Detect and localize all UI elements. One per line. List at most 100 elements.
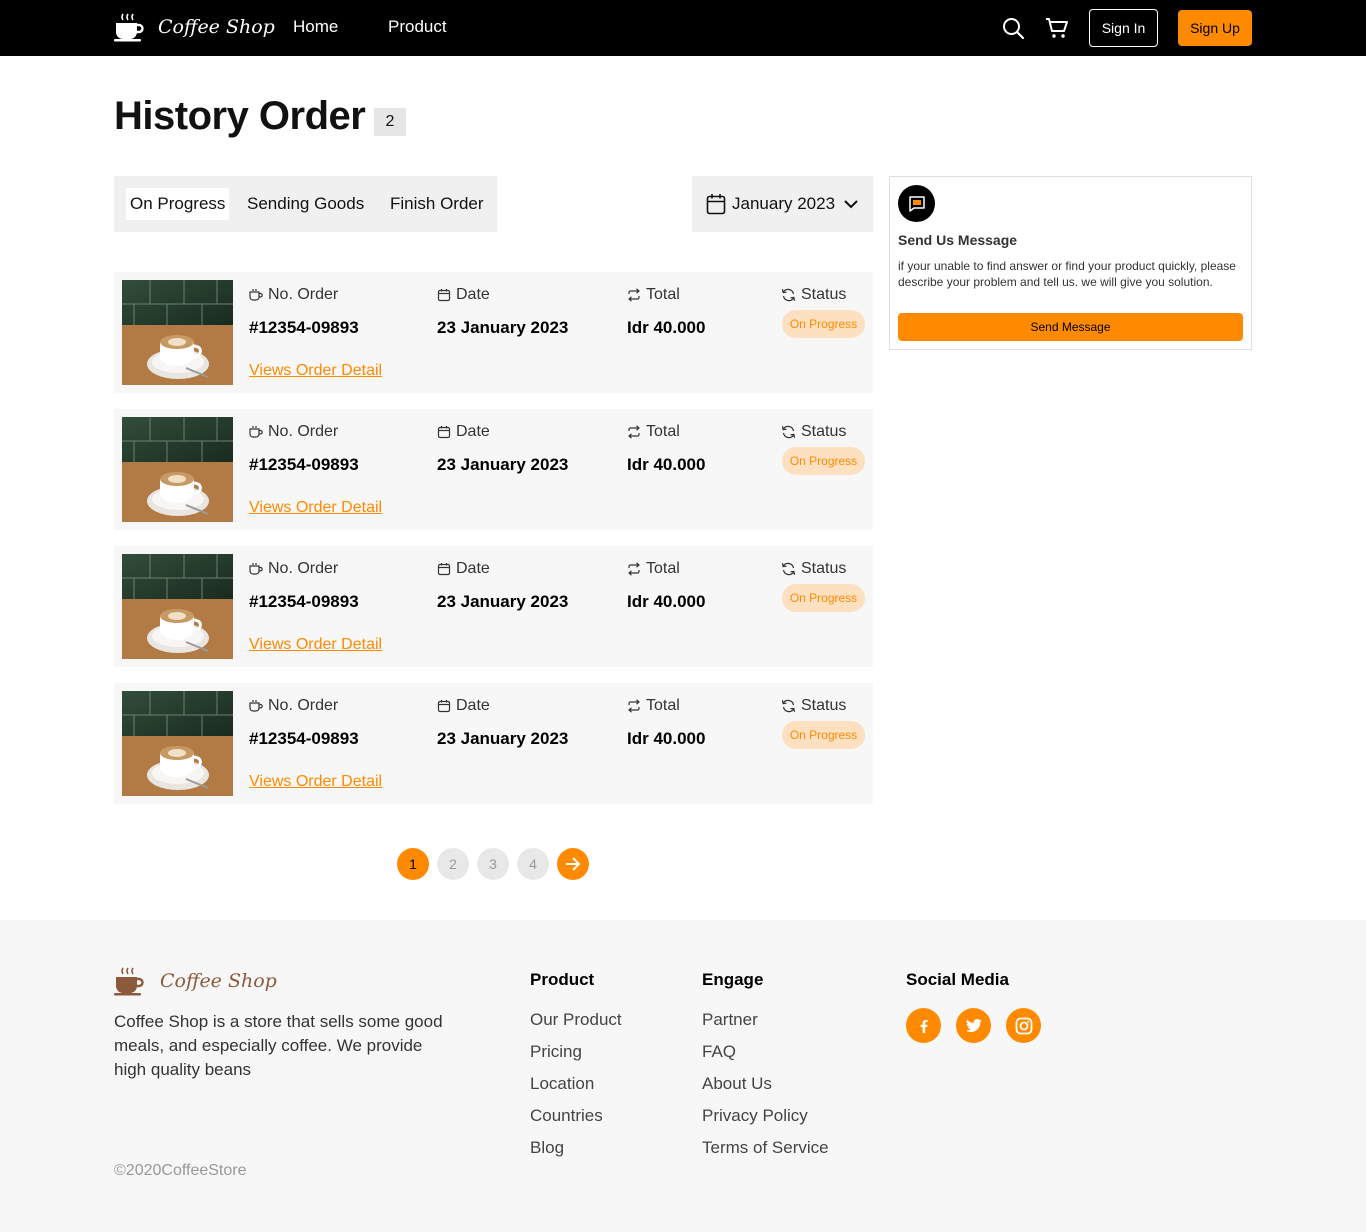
footer-link-location[interactable]: Location [530,1074,594,1094]
tab-on-progress[interactable]: On Progress [126,188,230,220]
footer-social-title: Social Media [906,970,1009,989]
footer-link-terms[interactable]: Terms of Service [702,1138,829,1158]
instagram-icon[interactable] [1006,1008,1041,1043]
nav-link-home[interactable]: Home [293,17,338,37]
calendar-icon [437,289,451,302]
repeat-icon [628,562,640,576]
chat-icon [898,185,935,222]
coffee-cup-icon [114,967,144,996]
send-message-button[interactable]: Send Message [898,313,1243,341]
twitter-icon[interactable] [956,1008,991,1043]
footer-link-our-product[interactable]: Our Product [530,1010,622,1030]
refresh-icon [781,288,796,302]
calendar-icon [437,426,451,439]
order-date-label-text: Date [456,697,490,714]
order-status-label: Status [781,286,846,304]
footer-brand-logo[interactable]: Coffee Shop [114,966,277,996]
status-badge: On Progress [782,584,865,612]
order-product-image [122,280,233,385]
page-button-2[interactable]: 2 [437,848,469,880]
order-date: 23 January 2023 [437,318,569,337]
footer-engage-title: Engage [702,970,764,989]
footer-brand-name: Coffee Shop [160,970,277,992]
view-order-detail-link[interactable]: Views Order Detail [249,773,382,791]
tab-sending-goods[interactable]: Sending Goods [247,188,364,220]
order-date: 23 January 2023 [437,455,569,474]
footer-product-title: Product [530,970,595,989]
view-order-detail-link[interactable]: Views Order Detail [249,362,382,380]
next-page-button[interactable] [557,848,589,880]
repeat-icon [628,699,640,713]
order-card: No. Order Date Total Status #12354-09893… [114,546,873,667]
coffee-cup-icon [249,700,263,712]
order-number-label-text: No. Order [268,423,339,440]
order-total: Idr 40.000 [627,592,706,611]
footer-link-countries[interactable]: Countries [530,1106,603,1126]
coffee-cup-icon [249,289,263,301]
order-total: Idr 40.000 [627,729,706,748]
order-count-badge: 2 [374,108,406,136]
order-card: No. Order Date Total Status #12354-09893… [114,272,873,393]
page-title: History Order [114,94,366,138]
order-product-image [122,691,233,796]
calendar-icon [706,194,726,215]
footer-link-partner[interactable]: Partner [702,1010,758,1030]
order-list: No. Order Date Total Status #12354-09893… [114,272,873,820]
order-total-label: Total [627,697,680,715]
facebook-icon[interactable] [906,1008,941,1043]
order-number: #12354-09893 [249,318,359,337]
view-order-detail-link[interactable]: Views Order Detail [249,636,382,654]
order-date-label-text: Date [456,286,490,303]
calendar-icon [437,563,451,576]
order-total-label: Total [627,286,680,304]
footer-link-blog[interactable]: Blog [530,1138,564,1158]
order-product-image [122,417,233,522]
page-button-3[interactable]: 3 [477,848,509,880]
refresh-icon [781,699,796,713]
order-date-label: Date [437,697,490,715]
footer-copyright: ©2020CoffeeStore [114,1162,247,1179]
calendar-icon [437,700,451,713]
tab-finish-order[interactable]: Finish Order [390,188,484,220]
footer: Coffee Shop Coffee Shop is a store that … [0,920,1366,1232]
order-number-label: No. Order [249,286,338,304]
send-message-title: Send Us Message [898,232,1018,248]
coffee-cup-icon [114,13,144,42]
page-button-4[interactable]: 4 [517,848,549,880]
footer-link-pricing[interactable]: Pricing [530,1042,582,1062]
nav-link-product[interactable]: Product [388,17,447,37]
footer-link-about-us[interactable]: About Us [702,1074,772,1094]
month-filter-dropdown[interactable]: January 2023 [692,176,873,232]
page-button-1[interactable]: 1 [397,848,429,880]
order-date: 23 January 2023 [437,592,569,611]
status-badge: On Progress [782,721,865,749]
order-status-label-text: Status [801,423,847,440]
order-number-label: No. Order [249,560,338,578]
order-product-image [122,554,233,659]
sign-up-button[interactable]: Sign Up [1178,10,1252,46]
order-number-label: No. Order [249,423,338,441]
month-filter-label: January 2023 [732,194,836,213]
order-date-label-text: Date [456,560,490,577]
search-icon[interactable] [1001,16,1025,40]
footer-link-faq[interactable]: FAQ [702,1042,736,1062]
order-total-label-text: Total [646,697,680,714]
brand-logo[interactable]: Coffee Shop [114,12,275,42]
order-total: Idr 40.000 [627,455,706,474]
footer-link-privacy-policy[interactable]: Privacy Policy [702,1106,808,1126]
footer-description: Coffee Shop is a store that sells some g… [114,1012,443,1079]
coffee-cup-icon [249,426,263,438]
send-message-panel: Send Us Message if your unable to find a… [889,176,1252,350]
cart-icon[interactable] [1045,16,1069,40]
order-date-label: Date [437,286,490,304]
order-status-label: Status [781,697,846,715]
coffee-cup-icon [249,563,263,575]
sign-in-button[interactable]: Sign In [1089,9,1158,47]
top-navbar: Coffee Shop Home Product Sign In Sign Up [0,0,1366,56]
order-number: #12354-09893 [249,729,359,748]
chevron-down-icon [844,200,858,209]
order-total-label-text: Total [646,423,680,440]
order-date-label: Date [437,560,490,578]
order-status-label-text: Status [801,697,847,714]
view-order-detail-link[interactable]: Views Order Detail [249,499,382,517]
